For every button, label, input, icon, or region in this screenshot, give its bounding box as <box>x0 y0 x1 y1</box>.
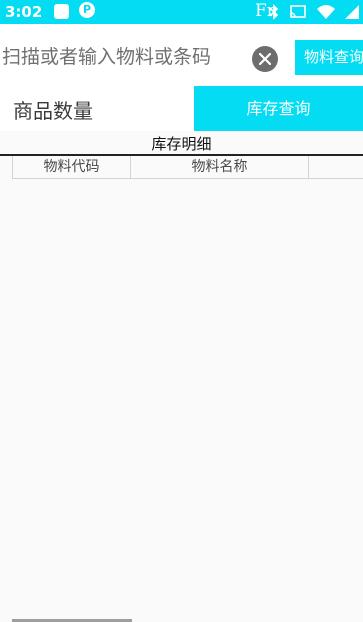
search-input[interactable] <box>0 41 247 73</box>
wifi-icon <box>316 5 335 19</box>
column-header-material-code: 物料代码 <box>12 156 130 178</box>
material-query-button[interactable]: 物料查询 <box>295 40 363 75</box>
detail-title: 库存明细 <box>151 135 212 153</box>
notification-square-icon <box>54 4 69 19</box>
status-bar: 3:02 P Fn <box>0 0 363 24</box>
status-time: 3:02 <box>5 3 43 21</box>
inventory-query-button[interactable]: 库存查询 <box>194 86 363 131</box>
table-header: 物料代码 物料名称 <box>12 156 363 179</box>
signal-icon <box>345 5 359 19</box>
column-header-extra <box>308 156 363 178</box>
app-screen: 3:02 P Fn 物料查询 <box>0 0 363 622</box>
column-header-material-name: 物料名称 <box>130 156 308 178</box>
bluetooth-icon <box>269 4 278 20</box>
parking-app-icon: P <box>79 2 95 18</box>
inventory-detail-list[interactable] <box>0 179 363 622</box>
search-bar: 物料查询 <box>0 24 363 87</box>
status-icons <box>264 4 359 20</box>
close-circle-icon[interactable] <box>252 46 278 72</box>
quantity-row: 商品数量 库存查询 <box>0 86 363 131</box>
cast-icon <box>290 5 306 18</box>
quantity-label: 商品数量 <box>13 99 93 123</box>
